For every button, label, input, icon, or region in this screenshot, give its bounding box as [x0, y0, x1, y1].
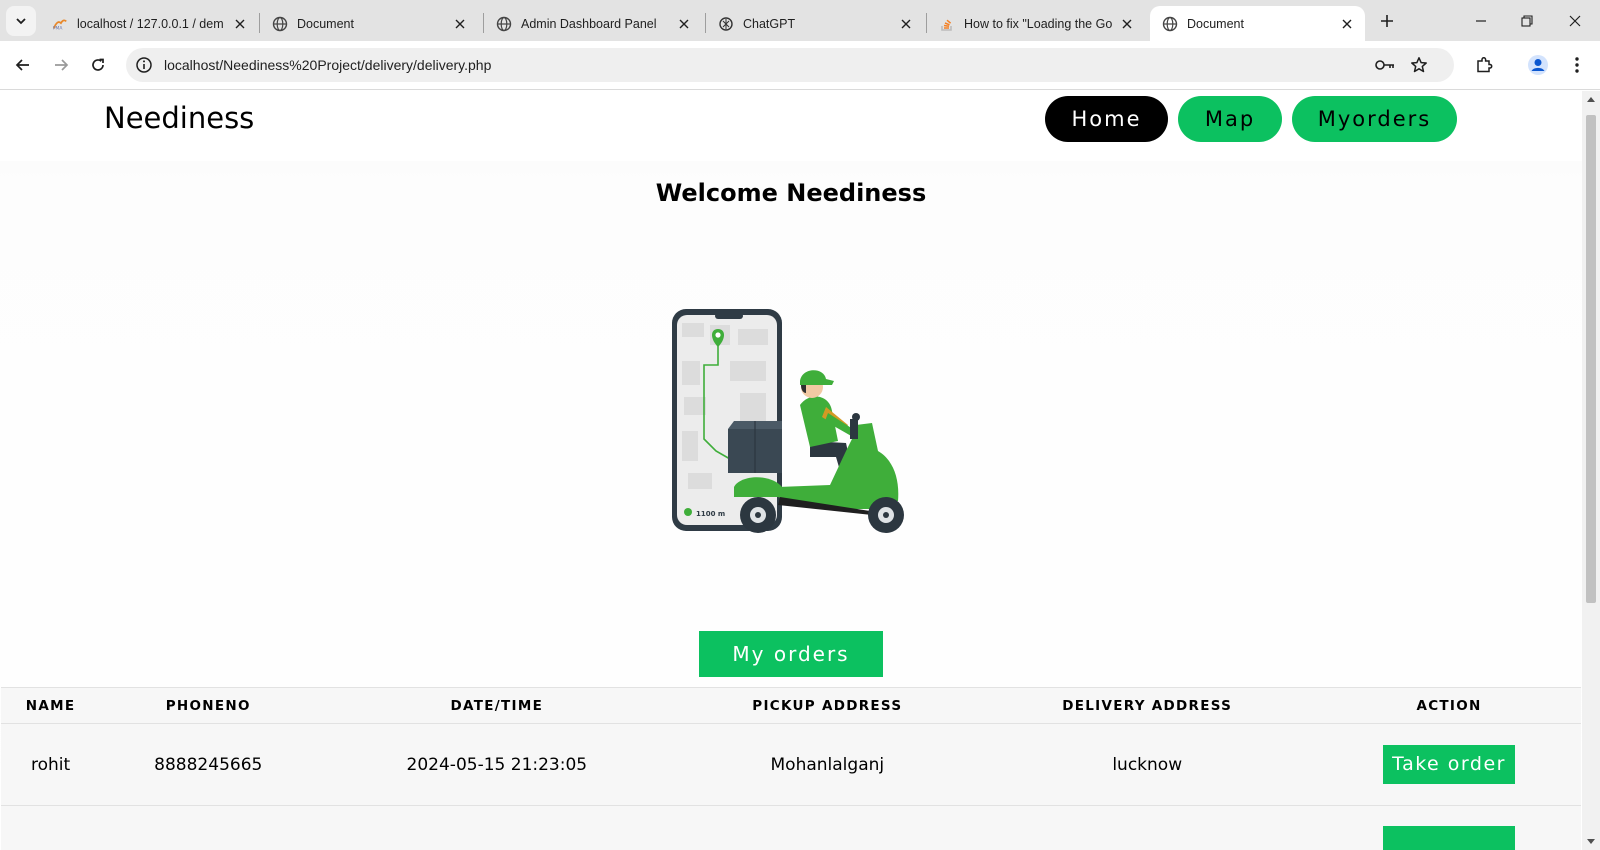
- arrow-right-icon: [55, 59, 69, 71]
- scrollbar-thumb[interactable]: [1586, 115, 1596, 603]
- column-header-name: NAME: [1, 687, 101, 724]
- arrow-left-icon: [15, 59, 29, 71]
- tab-title: ChatGPT: [743, 16, 796, 31]
- tab-title: Admin Dashboard Panel: [521, 16, 657, 31]
- close-icon[interactable]: [232, 16, 248, 32]
- address-bar[interactable]: localhost/Neediness%20Project/delivery/d…: [126, 48, 1454, 82]
- close-window-button[interactable]: [1562, 8, 1588, 34]
- close-icon[interactable]: [898, 16, 914, 32]
- tab-phpmyadmin[interactable]: PMA localhost / 127.0.0.1 / dem: [40, 6, 258, 41]
- key-icon[interactable]: [1374, 56, 1396, 74]
- my-orders-button[interactable]: My orders: [699, 631, 883, 677]
- cell-phone: [100, 805, 317, 850]
- globe-icon: [1162, 16, 1178, 32]
- distance-label: 1100 m: [696, 510, 725, 518]
- cell-delivery: [977, 805, 1318, 850]
- cell-pickup: Mohanlalganj: [677, 723, 978, 806]
- close-icon[interactable]: [452, 16, 468, 32]
- cell-name: [1, 805, 101, 850]
- page-viewport: Neediness Home Map Myorders Welcome Need…: [0, 91, 1582, 850]
- tab-admin-dashboard[interactable]: Admin Dashboard Panel: [484, 6, 702, 41]
- scroll-up-arrow[interactable]: [1587, 97, 1595, 102]
- globe-icon: [272, 16, 288, 32]
- page-title: Welcome Neediness: [655, 179, 927, 207]
- cell-action: [1317, 805, 1581, 850]
- avatar-icon: [1528, 55, 1548, 75]
- cell-delivery: lucknow: [977, 723, 1318, 806]
- restore-icon: [1521, 15, 1533, 27]
- take-order-button[interactable]: [1383, 826, 1516, 850]
- table-header-row: NAME PHONENO DATE/TIME PICKUP ADDRESS DE…: [1, 687, 1581, 724]
- tab-title: How to fix "Loading the Go: [964, 16, 1113, 31]
- star-icon[interactable]: [1410, 56, 1428, 74]
- tab-document-active[interactable]: Document: [1150, 6, 1365, 41]
- chatgpt-icon: [718, 16, 734, 32]
- delivery-scooter-illustration: 1100 m: [672, 309, 904, 533]
- restore-button[interactable]: [1514, 8, 1540, 34]
- column-header-delivery: DELIVERY ADDRESS: [977, 687, 1318, 724]
- tab-search-button[interactable]: [6, 6, 36, 36]
- nav-myorders-button[interactable]: Myorders: [1292, 96, 1457, 142]
- browser-toolbar: localhost/Neediness%20Project/delivery/d…: [0, 41, 1600, 90]
- back-button[interactable]: [10, 52, 36, 78]
- cell-datetime: [316, 805, 678, 850]
- table-row: [1, 805, 1581, 850]
- profile-button[interactable]: [1525, 52, 1551, 78]
- chevron-down-icon: [16, 18, 26, 25]
- cell-name: rohit: [1, 723, 101, 806]
- cell-datetime: 2024-05-15 21:23:05: [316, 723, 678, 806]
- puzzle-icon: [1477, 56, 1493, 73]
- forward-button[interactable]: [48, 52, 74, 78]
- cell-action: Take order: [1317, 723, 1581, 806]
- browser-tab-strip: PMA localhost / 127.0.0.1 / dem Document…: [0, 0, 1600, 41]
- close-icon[interactable]: [1119, 16, 1135, 32]
- tab-title: Document: [1187, 16, 1244, 31]
- close-icon: [1569, 15, 1581, 27]
- nav-map-button[interactable]: Map: [1178, 96, 1282, 142]
- minimize-button[interactable]: [1468, 8, 1494, 34]
- page-scrollbar[interactable]: [1582, 91, 1600, 850]
- new-tab-button[interactable]: [1375, 9, 1399, 33]
- table-row: rohit 8888245665 2024-05-15 21:23:05 Moh…: [1, 723, 1581, 806]
- site-navbar: Neediness Home Map Myorders: [0, 91, 1582, 161]
- plus-icon: [1381, 15, 1393, 27]
- reload-icon: [92, 58, 104, 71]
- column-header-pickup: PICKUP ADDRESS: [677, 687, 978, 724]
- orders-table: NAME PHONENO DATE/TIME PICKUP ADDRESS DE…: [1, 687, 1581, 850]
- site-brand[interactable]: Neediness: [104, 101, 254, 135]
- reload-button[interactable]: [85, 52, 111, 78]
- nav-home-button[interactable]: Home: [1045, 96, 1168, 142]
- scroll-down-arrow[interactable]: [1587, 839, 1595, 844]
- close-icon[interactable]: [1339, 16, 1355, 32]
- take-order-button[interactable]: Take order: [1383, 745, 1516, 784]
- more-vert-icon: [1575, 57, 1579, 73]
- close-icon[interactable]: [676, 16, 692, 32]
- tab-title: localhost / 127.0.0.1 / dem: [77, 16, 224, 31]
- tab-chatgpt[interactable]: ChatGPT: [706, 6, 924, 41]
- minimize-icon: [1476, 20, 1486, 22]
- cell-phone: 8888245665: [100, 723, 317, 806]
- stack-overflow-icon: [939, 16, 955, 32]
- column-header-phone: PHONENO: [100, 687, 317, 724]
- column-header-action: ACTION: [1317, 687, 1581, 724]
- info-icon[interactable]: [135, 56, 153, 74]
- globe-icon: [496, 16, 512, 32]
- cell-pickup: [677, 805, 978, 850]
- extensions-button[interactable]: [1471, 52, 1497, 78]
- url-text: localhost/Neediness%20Project/delivery/d…: [164, 57, 492, 73]
- tab-document[interactable]: Document: [260, 6, 478, 41]
- tab-stack-overflow[interactable]: How to fix "Loading the Go: [927, 6, 1145, 41]
- column-header-datetime: DATE/TIME: [316, 687, 678, 724]
- svg-text:PMA: PMA: [53, 25, 63, 31]
- tab-title: Document: [297, 16, 354, 31]
- phpmyadmin-icon: PMA: [52, 16, 68, 32]
- menu-button[interactable]: [1564, 52, 1590, 78]
